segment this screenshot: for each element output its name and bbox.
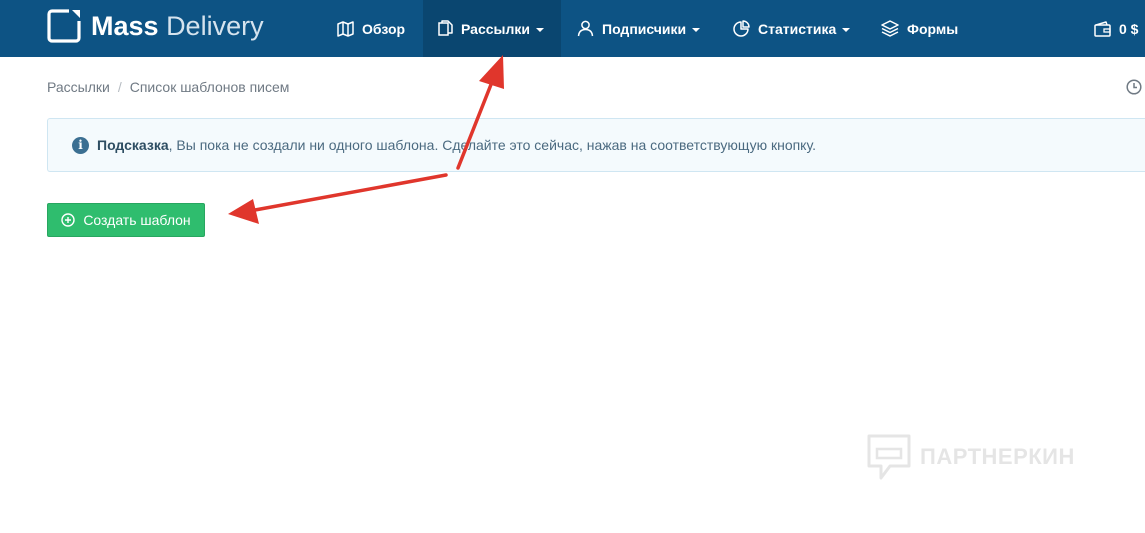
map-icon [337, 20, 354, 37]
annotation-arrowhead-button [228, 199, 259, 224]
layers-icon [881, 20, 899, 37]
chevron-down-icon [842, 27, 851, 32]
annotation-arrowhead-menu [479, 55, 504, 89]
watermark: ПАРТНЕРКИН [866, 433, 1075, 481]
breadcrumb-separator: / [117, 79, 122, 95]
chevron-down-icon [535, 27, 544, 32]
create-template-button[interactable]: Создать шаблон [47, 203, 205, 237]
nav-overview-label: Обзор [362, 20, 406, 37]
hint-message: , Вы пока не создали ни одного шаблона. … [168, 137, 816, 153]
chevron-down-icon [692, 27, 701, 32]
plus-circle-icon [61, 213, 76, 227]
nav-campaigns[interactable]: Рассылки [423, 0, 561, 57]
brand-name-bold: Mass [91, 11, 159, 41]
clock-icon[interactable] [1126, 79, 1142, 100]
nav-statistics-label: Статистика [758, 20, 837, 37]
nav-balance-label: 0 $ [1119, 20, 1139, 37]
nav-overview[interactable]: Обзор [337, 0, 405, 57]
create-template-label: Создать шаблон [83, 212, 191, 228]
breadcrumb-current: Список шаблонов писем [129, 79, 290, 95]
breadcrumb-parent[interactable]: Рассылки [47, 79, 110, 95]
pie-chart-icon [733, 20, 750, 37]
hint-alert: i Подсказка, Вы пока не создали ни одног… [47, 118, 1145, 172]
nav-subscribers[interactable]: Подписчики [577, 0, 701, 57]
brand-name-light: Delivery [166, 11, 264, 41]
watermark-text: ПАРТНЕРКИН [920, 444, 1075, 469]
nav-subscribers-label: Подписчики [602, 20, 687, 37]
annotation-arrow-to-button [253, 173, 448, 212]
hint-text: Подсказка, Вы пока не создали ни одного … [97, 137, 816, 153]
nav-statistics[interactable]: Статистика [733, 0, 851, 57]
watermark-logo-icon [867, 434, 911, 480]
nav-forms-label: Формы [907, 20, 959, 37]
nav-forms[interactable]: Формы [881, 0, 958, 57]
wallet-icon [1094, 20, 1111, 37]
documents-icon [438, 20, 453, 36]
nav-balance[interactable]: 0 $ [1094, 0, 1138, 57]
brand-name: Mass Delivery [91, 9, 264, 43]
info-icon: i [72, 136, 89, 154]
user-icon [577, 20, 594, 37]
top-navbar: Mass Delivery Обзор Рассылки Подписчики … [0, 0, 1145, 57]
nav-campaigns-label: Рассылки [461, 20, 530, 37]
hint-title: Подсказка [97, 137, 169, 153]
breadcrumb: Рассылки / Список шаблонов писем [47, 79, 289, 95]
brand-logo[interactable]: Mass Delivery [47, 9, 264, 43]
logo-square-icon [47, 9, 81, 43]
